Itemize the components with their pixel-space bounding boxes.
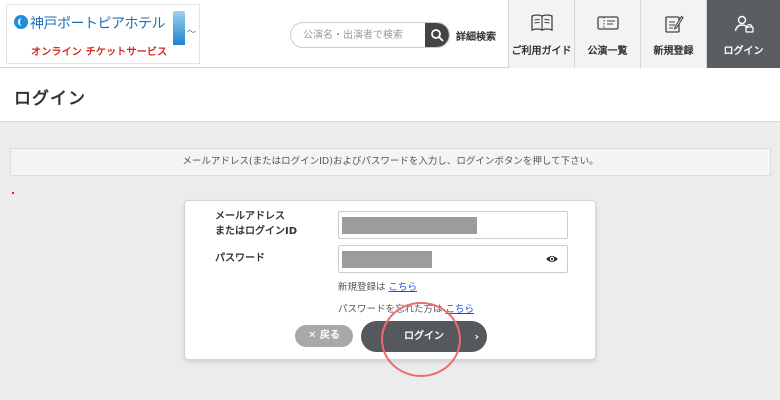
email-field[interactable] [338,211,568,239]
chevron-right-icon: › [474,330,479,343]
register-hint: 新規登録は こちら [338,279,417,293]
search-input[interactable] [291,23,427,47]
register-link[interactable]: こちら [389,282,418,293]
nav-label-register: 新規登録 [653,46,694,57]
nav-item-performances[interactable]: 公演一覧 [574,0,640,68]
nav-item-register[interactable]: 新規登録 [640,0,706,68]
login-button-label: ログイン [404,331,444,342]
instruction-notice: メールアドレス(またはログインID)およびパスワードを入力し、ログインボタンを押… [10,148,771,176]
eye-icon[interactable] [545,254,559,264]
nav-item-guide[interactable]: ご利用ガイド [508,0,574,68]
ticket-icon [596,16,619,30]
email-label: メールアドレス またはログインID [215,209,325,239]
redacted-email-value [342,217,477,234]
forgot-prefix: パスワードを忘れた方は [338,304,443,315]
site-header: 神戸ポートピアホテル 〜 オンライン チケットサービス 詳細検索 ご利用ガイド … [0,0,780,68]
nav-label-login: ログイン [723,46,764,57]
logo-mark-icon [14,15,28,29]
forgot-password-link[interactable]: こちら [446,304,475,315]
wave-icon: 〜 [187,28,197,38]
email-label-line1: メールアドレス [215,211,285,222]
logo-name: 神戸ポートピアホテル [30,16,166,32]
page-title: ログイン [14,89,86,109]
back-button[interactable]: ✕ 戻る [295,325,353,347]
tower-icon [173,11,185,45]
search-button[interactable] [425,23,449,47]
email-label-line2: またはログインID [215,226,298,237]
register-prefix: 新規登録は [338,282,386,293]
search-box [290,22,450,48]
forgot-password-hint: パスワードを忘れた方は こちら [338,301,474,315]
book-icon [530,14,553,31]
login-button[interactable]: ログイン › [361,321,487,352]
logo-subtitle: オンライン チケットサービス [31,47,168,58]
site-logo[interactable]: 神戸ポートピアホテル 〜 オンライン チケットサービス [6,4,200,64]
password-field[interactable] [338,245,568,273]
red-dot [12,192,14,194]
user-icon [734,15,754,33]
nav-label-performances: 公演一覧 [587,46,628,57]
redacted-password-value [342,251,432,268]
edit-icon [664,15,684,33]
advanced-search-link[interactable]: 詳細検索 [456,28,496,43]
main-nav: ご利用ガイド 公演一覧 新規登録 ログイン [508,0,780,68]
title-bar: ログイン [0,68,780,122]
nav-label-guide: ご利用ガイド [511,46,572,57]
login-form: メールアドレス またはログインID パスワード 新規登録は こちら パスワードを… [184,200,596,360]
search-icon [431,29,444,42]
password-label: パスワード [215,253,265,264]
nav-item-login[interactable]: ログイン [706,0,780,68]
